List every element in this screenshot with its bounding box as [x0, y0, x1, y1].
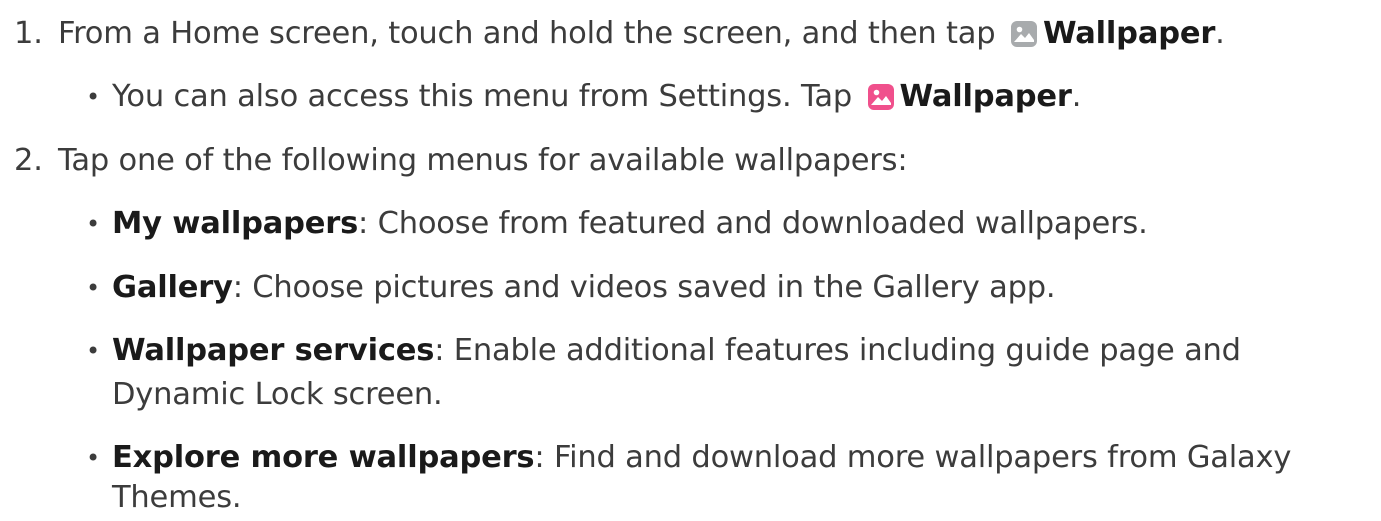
option-explore-more-wallpapers: Explore more wallpapers: [112, 440, 535, 475]
step-1-text-after: .: [1215, 16, 1225, 51]
wallpaper-icon: [867, 84, 894, 110]
option-description: : Choose from featured and downloaded wa…: [358, 206, 1148, 241]
option-description-line2: Dynamic Lock screen.: [112, 377, 443, 412]
substep-text-after: .: [1071, 79, 1082, 114]
step-1-text: From a Home screen, touch and hold the s…: [58, 14, 1225, 54]
bullet: •: [86, 444, 100, 472]
option-description: : Find and download more wallpapers from…: [534, 440, 1292, 475]
option-description: : Enable additional features including g…: [434, 333, 1241, 368]
option-description-line2: Themes.: [112, 480, 242, 515]
wallpaper-icon: [1010, 21, 1037, 47]
wallpaper-label: Wallpaper: [899, 79, 1072, 114]
wallpaper-label: Wallpaper: [1042, 16, 1216, 51]
option-gallery: Gallery: [112, 270, 233, 305]
substep-text: Wallpaper services: Enable additional fe…: [112, 331, 1241, 371]
step-2-text: Tap one of the following menus for avail…: [58, 143, 908, 178]
substep-text: Explore more wallpapers: Find and downlo…: [112, 438, 1291, 478]
bullet: •: [86, 337, 100, 365]
option-description: : Choose pictures and videos saved in th…: [232, 270, 1056, 305]
step-1-number: 1.: [14, 16, 43, 51]
substep-text: My wallpapers: Choose from featured and …: [112, 204, 1148, 244]
bullet: •: [86, 210, 100, 238]
bullet: •: [86, 274, 100, 302]
step-2-number: 2.: [14, 143, 43, 178]
step-1-text-before: From a Home screen, touch and hold the s…: [58, 16, 996, 51]
substep-text-before: You can also access this menu from Setti…: [112, 79, 853, 114]
option-wallpaper-services: Wallpaper services: [112, 333, 435, 368]
bullet: •: [86, 83, 100, 111]
substep-text: You can also access this menu from Setti…: [112, 77, 1081, 117]
substep-text: Gallery: Choose pictures and videos save…: [112, 268, 1056, 308]
option-my-wallpapers: My wallpapers: [112, 206, 359, 241]
